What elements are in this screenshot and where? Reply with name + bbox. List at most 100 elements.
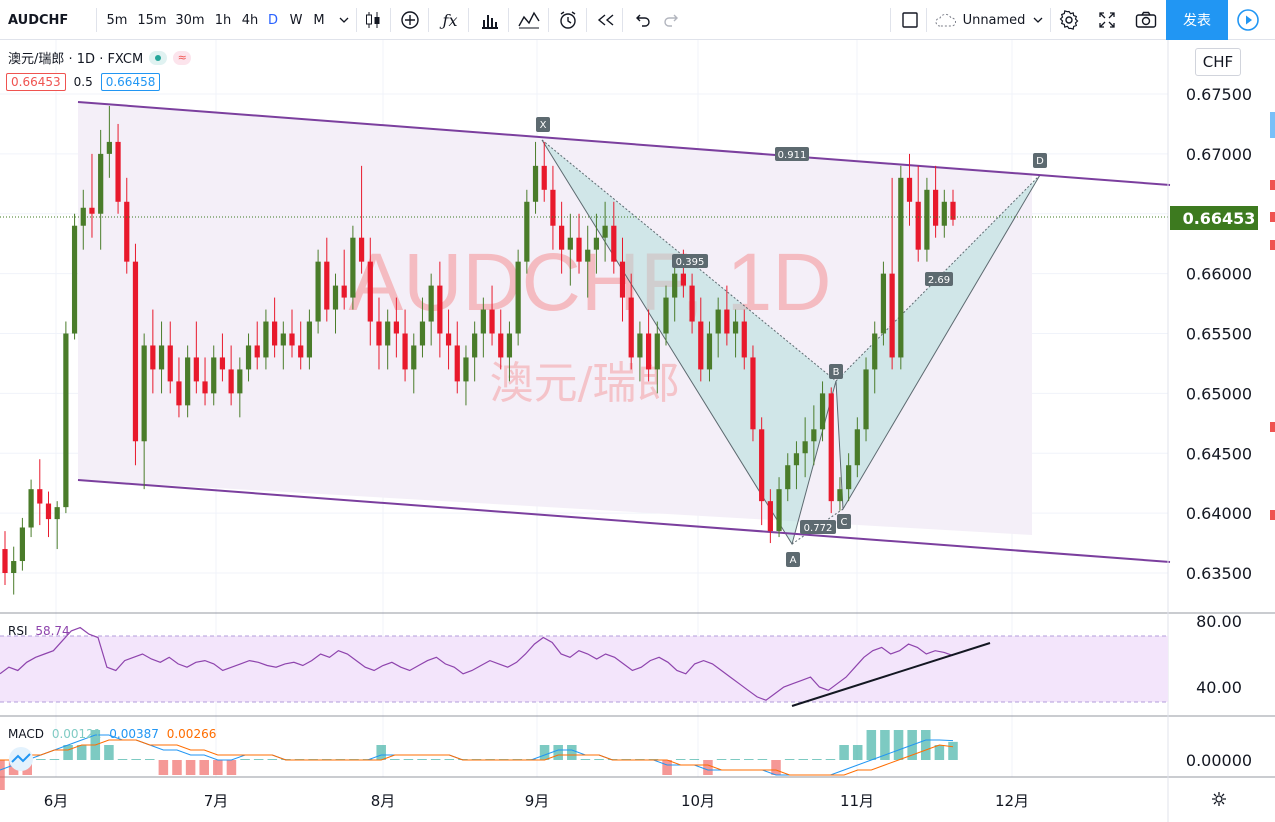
alert-icon[interactable] [554,0,582,40]
divider [926,8,927,32]
macd-hist-bar [934,745,945,760]
price-tick: 0.65000 [1186,384,1252,403]
camera-icon[interactable] [1130,0,1162,40]
add-compare-icon[interactable] [396,0,424,40]
macd-hist-bar [430,759,441,760]
candle-body [480,309,486,334]
bid-price[interactable]: 0.66453 [6,73,66,91]
candle-body [767,501,773,532]
candle-body [376,321,382,346]
timeframe-15m[interactable]: 15m [137,0,166,40]
candle-body [445,333,452,346]
price-tick: 0.63500 [1186,564,1252,583]
candle-body [498,333,504,358]
fullscreen-icon[interactable] [1092,0,1122,40]
candle-body [619,261,626,298]
candle-body [846,465,852,490]
time-axis[interactable]: 6月 7月 8月 9月 10月 11月 12月 [44,792,1029,810]
tv-logo-icon[interactable] [6,746,36,772]
ask-price[interactable]: 0.66458 [100,73,161,91]
candle-body [732,321,739,334]
rsi-tick-80: 80.00 [1196,612,1242,631]
candle-body [98,153,104,214]
settings-icon[interactable] [1212,792,1226,806]
play-icon[interactable] [1229,0,1267,40]
timeframe-1h[interactable]: 1h [210,0,236,40]
candle-body [672,273,678,298]
symbol-legend: 澳元/瑞郎 · 1D · FXCM ≈ [8,48,192,67]
macd-hist-bar [866,730,877,760]
replay-icon[interactable] [592,0,620,40]
candle-body [611,225,617,262]
candle-body [332,285,339,310]
candle-body [637,333,643,358]
macd-hist-bar [689,759,700,760]
macd-hist-bar [594,759,604,760]
bid-ask-row: 0.66453 0.5 0.66458 [6,73,161,91]
macd-hist-bar [213,760,223,775]
chevron-down-icon[interactable] [1030,0,1046,40]
point-a-label: A [786,552,800,567]
macd-hist-bar [757,759,768,760]
ratio-label-269: 2.69 [925,272,953,286]
candle-body [228,369,234,394]
market-status-icon[interactable] [149,50,168,65]
divider [890,8,891,32]
candle-body [428,285,434,322]
candle-body [272,321,278,346]
divider [96,8,97,32]
divider [622,8,623,32]
candle-body [341,285,347,298]
candle-body [358,237,365,262]
layout-name[interactable]: Unnamed [962,0,1026,40]
macd-line [0,734,954,776]
candle-body [567,237,573,250]
macd-hist-bar [675,759,686,760]
cloud-icon[interactable] [932,0,960,40]
candle-body [924,189,930,250]
point-x-label: X [536,117,550,132]
macd-value-1: 0.00121 [51,727,102,741]
timeframe-5m[interactable]: 5m [104,0,130,40]
candle-body [237,369,243,394]
macd-hist-bar [852,745,863,760]
candle-body [706,333,713,370]
redo-icon[interactable] [658,0,684,40]
rsi-label: RSI [8,624,28,638]
symbol-search-button[interactable]: AUDCHF [8,0,78,40]
candle-body [645,333,652,370]
compare-icon[interactable] [514,0,544,40]
macd-hist-bar [444,759,455,760]
macd-hist-bar [567,745,577,760]
data-wave-icon[interactable]: ≈ [173,50,192,65]
undo-icon[interactable] [630,0,656,40]
timeframe-m[interactable]: M [306,0,332,40]
ratio-label-0395: 0.395 [672,254,708,268]
candle-body [828,393,834,502]
rsi-tick-40: 40.00 [1196,678,1242,697]
candle-body [872,333,878,370]
candle-body [219,357,226,370]
candles-icon[interactable] [360,0,386,40]
candle-body [54,507,60,520]
templates-icon[interactable] [476,0,504,40]
candle-body [715,309,721,334]
chevron-down-icon[interactable] [334,0,354,40]
candle-body [393,321,399,334]
currency-button[interactable]: CHF [1195,48,1241,76]
fullscreen-toggle-icon[interactable] [896,0,924,40]
macd-value-2: 0.00387 [109,727,159,741]
point-b-label: B [829,364,843,379]
price-axis[interactable]: 0.675000.670000.665000.660000.655000.650… [1186,85,1252,583]
indicators-icon[interactable]: ƒx [436,0,464,40]
candle-body [124,201,130,262]
publish-button[interactable]: 发表 [1166,0,1228,40]
timeframe-30m[interactable]: 30m [175,0,204,40]
chart-canvas[interactable]: AUDCHF, 1D 澳元/瑞郎 X A B C D 0.911 0.395 0… [0,40,1275,822]
gear-icon[interactable] [1054,0,1084,40]
right-edge-marker [1270,510,1275,520]
ratio-label-0772: 0.772 [800,520,836,534]
legend-title: 澳元/瑞郎 · 1D · FXCM [8,52,144,67]
candle-body [602,225,608,238]
candle-body [45,503,52,520]
